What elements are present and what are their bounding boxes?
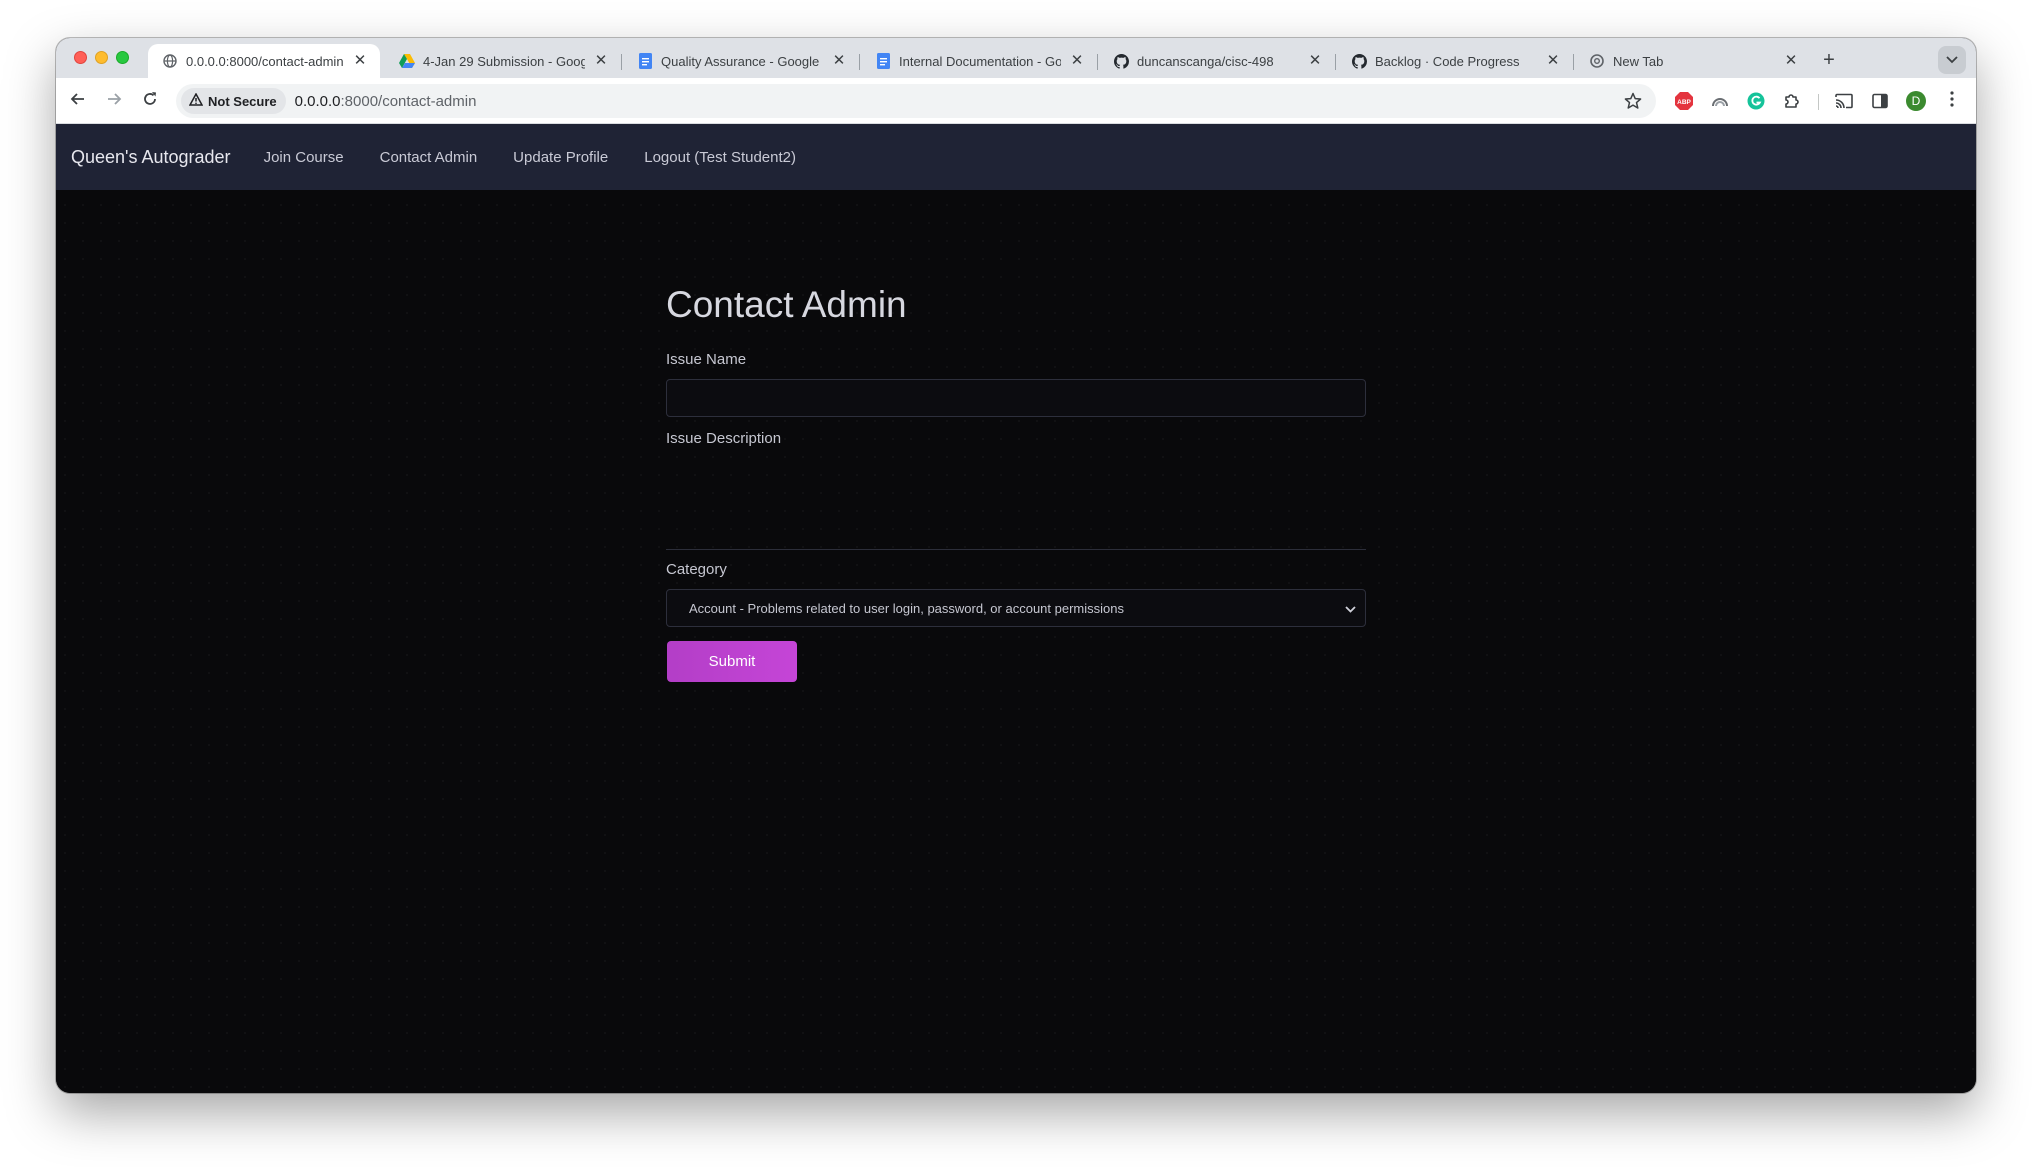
tab-title: Quality Assurance - Google D [661,53,823,69]
tab-title: Internal Documentation - Goo [899,53,1061,69]
nav-logout[interactable]: Logout (Test Student2) [644,149,796,166]
category-select[interactable]: Account - Problems related to user login… [666,589,1366,627]
minimize-window-button[interactable] [95,51,108,64]
tab-divider [1097,54,1098,70]
github-icon [1113,53,1129,69]
page-title: Contact Admin [666,284,907,325]
kebab-menu-icon [1950,90,1954,112]
close-tab-icon[interactable]: ✕ [1783,53,1799,69]
puzzle-extensions-icon[interactable] [1780,89,1804,113]
tab-divider [1335,54,1336,70]
close-tab-icon[interactable]: ✕ [1069,53,1085,69]
google-docs-icon [637,53,653,69]
brand-link[interactable]: Queen's Autograder [71,147,231,168]
nav-contact-admin[interactable]: Contact Admin [380,149,478,166]
close-tab-icon[interactable]: ✕ [593,53,609,69]
tab-title: Backlog · Code Progress [1375,53,1520,69]
category-selected-value: Account - Problems related to user login… [689,600,1124,616]
tab-title: 4-Jan 29 Submission - Googl [423,53,585,69]
avatar: D [1906,91,1926,111]
tab-quality-assurance[interactable]: Quality Assurance - Google D ✕ [623,44,859,78]
bookmark-star-icon[interactable] [1624,92,1642,115]
chrome-icon [1589,53,1605,69]
nav-join-course[interactable]: Join Course [264,149,344,166]
browser-menu-button[interactable] [1940,89,1964,113]
svg-text:ABP: ABP [1677,99,1691,106]
cast-icon[interactable] [1832,89,1856,113]
issue-name-input[interactable] [666,379,1366,417]
tab-title: New Tab [1613,53,1664,69]
arrow-right-icon [106,91,122,112]
issue-description-textarea[interactable] [666,458,1366,550]
tab-github-repo[interactable]: duncanscanga/cisc-498 ✕ [1099,44,1335,78]
tab-submission[interactable]: 4-Jan 29 Submission - Googl ✕ [385,44,621,78]
tab-backlog[interactable]: Backlog · Code Progress ✕ [1337,44,1573,78]
issue-description-label: Issue Description [666,430,782,447]
page-content: Queen's Autograder Join Course Contact A… [56,124,1976,1093]
tab-title: duncanscanga/cisc-498 [1137,53,1274,69]
tab-divider [621,54,622,70]
window-controls [74,51,129,64]
side-panel-icon[interactable] [1868,89,1892,113]
adblock-plus-icon[interactable]: ABP [1672,89,1696,113]
forward-button[interactable] [102,89,126,113]
chevron-down-icon [1946,51,1958,69]
back-button[interactable] [66,89,90,113]
new-tab-button[interactable]: + [1818,49,1840,71]
tab-divider [859,54,860,70]
close-tab-icon[interactable]: ✕ [1307,53,1323,69]
globe-icon [162,53,178,69]
tab-strip: 0.0.0.0:8000/contact-admin ✕ 4-Jan 29 Su… [56,38,1976,78]
url-text[interactable]: 0.0.0.0:8000/contact-admin [295,93,477,110]
chevron-down-icon [1345,601,1356,616]
reload-button[interactable] [138,89,162,113]
tab-internal-documentation[interactable]: Internal Documentation - Goo ✕ [861,44,1097,78]
grammarly-icon[interactable] [1744,89,1768,113]
close-tab-icon[interactable]: ✕ [1545,53,1561,69]
security-indicator[interactable]: Not Secure [181,88,286,114]
google-docs-icon [875,53,891,69]
warning-triangle-icon [188,92,204,109]
nav-update-profile[interactable]: Update Profile [513,149,608,166]
toolbar-divider [1818,94,1819,110]
tab-new-tab[interactable]: New Tab ✕ [1575,44,1811,78]
close-tab-icon[interactable]: ✕ [352,53,368,69]
category-label: Category [666,561,727,578]
tab-search-button[interactable] [1938,46,1966,74]
browser-toolbar: Not Secure 0.0.0.0:8000/contact-admin AB… [56,78,1976,124]
tab-contact-admin[interactable]: 0.0.0.0:8000/contact-admin ✕ [148,44,380,78]
contact-admin-form: Contact Admin Issue Name Issue Descripti… [666,284,1366,682]
tab-divider [1573,54,1574,70]
close-tab-icon[interactable]: ✕ [831,53,847,69]
arrow-left-icon [70,91,86,112]
browser-window: 0.0.0.0:8000/contact-admin ✕ 4-Jan 29 Su… [56,38,1976,1093]
rainbow-extension-icon[interactable] [1708,89,1732,113]
app-navbar: Queen's Autograder Join Course Contact A… [56,124,1976,190]
profile-button[interactable]: D [1904,89,1928,113]
url-host: 0.0.0.0 [294,92,341,110]
maximize-window-button[interactable] [116,51,129,64]
tab-title: 0.0.0.0:8000/contact-admin [186,53,344,69]
github-icon [1351,53,1367,69]
address-bar[interactable]: Not Secure 0.0.0.0:8000/contact-admin [176,84,1656,118]
google-drive-icon [399,53,415,69]
close-window-button[interactable] [74,51,87,64]
issue-name-label: Issue Name [666,351,747,368]
reload-icon [142,91,158,112]
url-path: :8000/contact-admin [340,92,477,110]
security-label: Not Secure [208,93,277,109]
submit-button[interactable]: Submit [667,641,797,682]
